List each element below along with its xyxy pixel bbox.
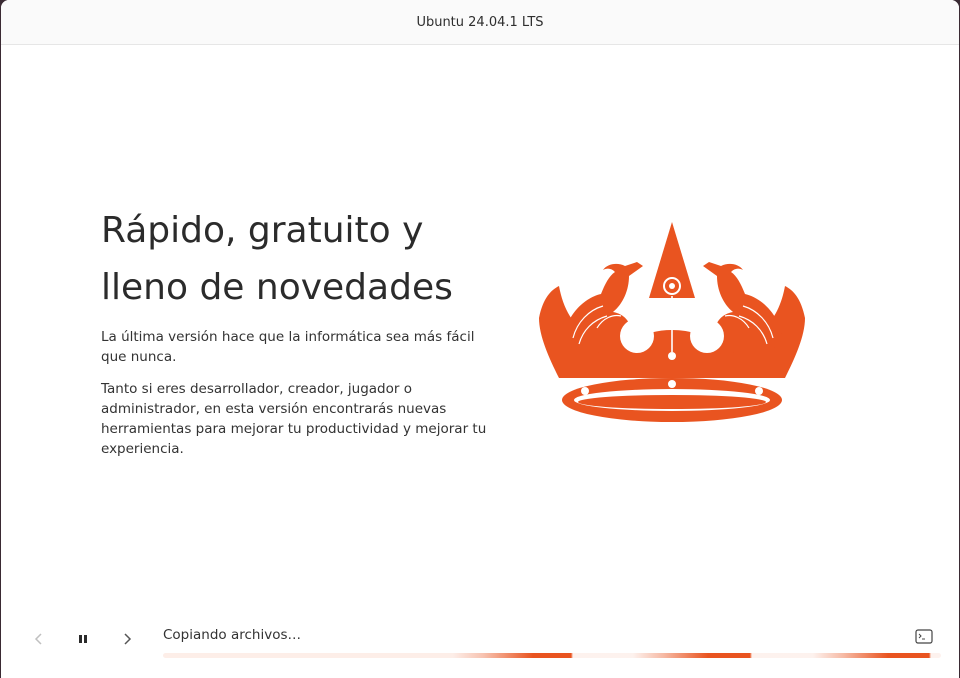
next-slide-button[interactable] — [113, 625, 141, 653]
chevron-right-icon — [124, 633, 132, 645]
chevron-left-icon — [34, 633, 42, 645]
terminal-icon — [915, 628, 933, 644]
show-terminal-button[interactable] — [914, 627, 934, 645]
slide-paragraph-2: Tanto si eres desarrollador, creador, ju… — [101, 381, 487, 457]
title-bar: Ubuntu 24.04.1 LTS — [1, 0, 959, 45]
install-progress-bar — [163, 653, 941, 658]
pause-slideshow-button[interactable] — [69, 625, 97, 653]
ubuntu-crown-icon — [539, 222, 805, 422]
slide-paragraph-1: La última versión hace que la informátic… — [101, 329, 475, 365]
installer-window: Ubuntu 24.04.1 LTS Rápido, gratuito y ll… — [1, 0, 959, 678]
window-title: Ubuntu 24.04.1 LTS — [416, 14, 544, 30]
headline-line-1: Rápido, gratuito y — [101, 210, 424, 251]
headline-line-2: lleno de novedades — [101, 267, 453, 308]
slide-headline: Rápido, gratuito y lleno de novedades — [101, 202, 521, 316]
pause-icon — [79, 635, 87, 643]
previous-slide-button[interactable] — [25, 625, 53, 653]
install-status-text: Copiando archivos… — [163, 627, 301, 643]
